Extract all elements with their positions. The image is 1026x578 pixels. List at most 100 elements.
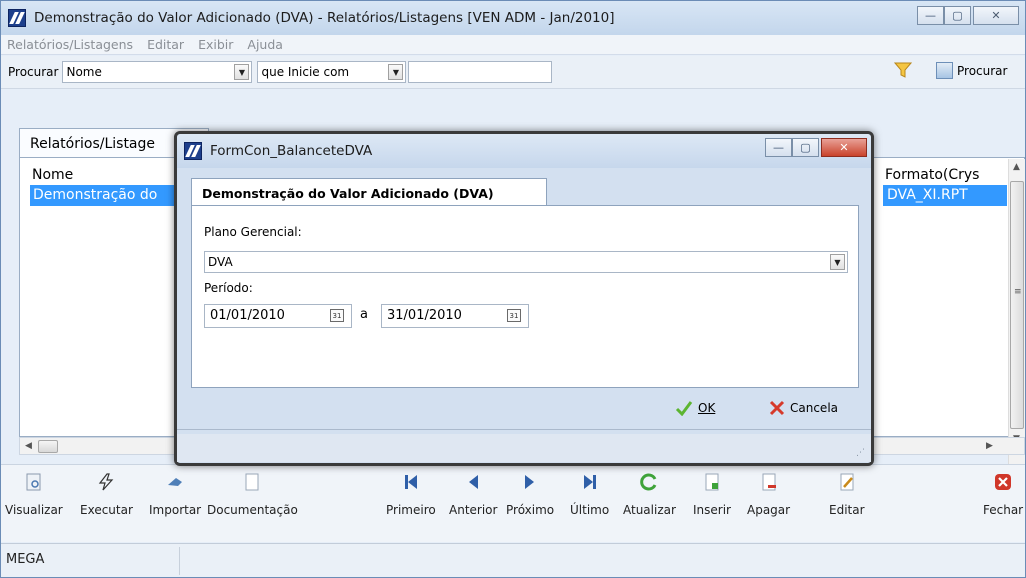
edit-icon [840, 473, 854, 491]
toolbar-label-editar: Editar [829, 503, 865, 517]
executar-button[interactable]: Executar [80, 473, 133, 517]
action-toolbar: Visualizar Executar Importar Documentaçã… [1, 464, 1025, 542]
plano-gerencial-value: DVA [208, 255, 233, 269]
app-logo-icon [8, 9, 26, 27]
maximize-button[interactable]: ▢ [944, 6, 971, 25]
filter-icon[interactable] [894, 61, 912, 79]
toolbar-label-primeiro: Primeiro [386, 503, 436, 517]
plano-gerencial-label: Plano Gerencial: [204, 225, 302, 239]
dialog-title: FormCon_BalanceteDVA [210, 143, 373, 159]
previous-icon [469, 475, 479, 489]
column-header-formato[interactable]: Formato(Crys [885, 167, 979, 183]
documentacao-button[interactable]: Documentação [207, 473, 298, 517]
toolbar-label-fechar: Fechar [983, 503, 1024, 517]
close-icon [995, 474, 1012, 490]
status-divider [179, 547, 180, 575]
scroll-right-icon[interactable]: ▶ [986, 441, 993, 451]
search-field-value: Nome [66, 65, 102, 79]
cancel-button[interactable]: Cancela [769, 400, 838, 416]
close-window-button[interactable]: ✕ [973, 6, 1019, 25]
vertical-scroll-thumb[interactable] [1010, 181, 1024, 429]
search-icon[interactable] [936, 62, 953, 79]
dialog-minimize-button[interactable]: — [765, 138, 792, 157]
menu-bar: Relatórios/Listagens Editar Exibir Ajuda [1, 35, 1025, 55]
search-label: Procurar [8, 65, 59, 79]
ok-button[interactable]: OK [675, 400, 715, 416]
date-from-field[interactable]: 01/01/2010 31 [204, 304, 352, 328]
tab-dva[interactable]: Demonstração do Valor Adicionado (DVA) [191, 178, 547, 206]
plano-gerencial-select[interactable]: DVA ▼ [204, 251, 848, 273]
status-text: MEGA [6, 552, 45, 567]
date-from-value: 01/01/2010 [210, 308, 285, 323]
dialog-maximize-button[interactable]: ▢ [792, 138, 819, 157]
scroll-grip-icon: ≡ [1014, 287, 1022, 297]
toolbar-label-atualizar: Atualizar [623, 503, 676, 517]
scroll-up-icon[interactable]: ▲ [1013, 162, 1020, 172]
search-button-label[interactable]: Procurar [957, 64, 1007, 78]
menu-ajuda[interactable]: Ajuda [241, 37, 291, 52]
delete-icon [762, 473, 776, 491]
fechar-button[interactable]: Fechar [983, 473, 1023, 517]
visualizar-button[interactable]: Visualizar [5, 473, 63, 517]
apagar-button[interactable]: Apagar [747, 473, 790, 517]
editar-button[interactable]: Editar [829, 473, 865, 517]
next-icon [525, 475, 535, 489]
table-row-format-cell[interactable]: DVA_XI.RPT [883, 185, 1007, 206]
proximo-button[interactable]: Próximo [506, 473, 554, 517]
primeiro-button[interactable]: Primeiro [386, 473, 436, 517]
date-to-value: 31/01/2010 [387, 308, 462, 323]
import-icon [168, 478, 183, 486]
cancel-x-icon [769, 400, 785, 416]
dialog-titlebar[interactable]: FormCon_BalanceteDVA — ▢ ✕ [177, 134, 871, 168]
calendar-icon[interactable]: 31 [330, 309, 344, 322]
calendar-icon[interactable]: 31 [507, 309, 521, 322]
dialog-close-button[interactable]: ✕ [821, 138, 867, 157]
horizontal-scroll-thumb[interactable] [38, 440, 58, 453]
minimize-button[interactable]: — [917, 6, 944, 25]
ultimo-button[interactable]: Último [570, 473, 609, 517]
toolbar-label-ultimo: Último [570, 503, 610, 517]
filter-dialog: FormCon_BalanceteDVA — ▢ ✕ Demonstração … [174, 131, 874, 466]
importar-button[interactable]: Importar [149, 473, 201, 517]
anterior-button[interactable]: Anterior [449, 473, 497, 517]
dialog-status-bar: ⋰ [177, 434, 871, 462]
window-titlebar[interactable]: Demonstração do Valor Adicionado (DVA) -… [1, 1, 1025, 35]
menu-exibir[interactable]: Exibir [192, 37, 241, 52]
menu-editar[interactable]: Editar [141, 37, 192, 52]
periodo-label: Período: [204, 281, 253, 295]
date-to-field[interactable]: 31/01/2010 31 [381, 304, 529, 328]
refresh-icon [640, 473, 657, 491]
first-icon [404, 475, 417, 489]
chevron-down-icon[interactable]: ▼ [388, 64, 404, 80]
dialog-footer-divider [177, 429, 871, 430]
toolbar-label-anterior: Anterior [449, 503, 498, 517]
menu-relatorios[interactable]: Relatórios/Listagens [1, 37, 141, 52]
search-bar: Procurar Nome ▼ que Inicie com ▼ [1, 56, 1025, 89]
toolbar-label-executar: Executar [80, 503, 133, 517]
column-header-nome[interactable]: Nome [32, 167, 73, 183]
chevron-down-icon[interactable]: ▼ [234, 64, 250, 80]
app-logo-icon [184, 142, 202, 160]
table-row-name-cell[interactable]: Demonstração do [30, 185, 190, 206]
dialog-controls: — ▢ ✕ [765, 138, 867, 157]
toolbar-label-documentacao: Documentação [207, 503, 298, 517]
main-window: Demonstração do Valor Adicionado (DVA) -… [0, 0, 1026, 578]
insert-icon [705, 473, 719, 491]
atualizar-button[interactable]: Atualizar [623, 473, 676, 517]
preview-icon [26, 473, 41, 491]
document-icon [245, 473, 259, 491]
checkmark-icon [675, 401, 693, 416]
search-condition-select[interactable]: que Inicie com ▼ [257, 61, 407, 83]
status-bar: MEGA [1, 543, 1025, 577]
window-title: Demonstração do Valor Adicionado (DVA) -… [34, 10, 615, 26]
search-input[interactable] [408, 61, 553, 83]
window-controls: — ▢ ✕ [917, 6, 1019, 25]
resize-grip-icon[interactable]: ⋰ [856, 448, 865, 458]
inserir-button[interactable]: Inserir [693, 473, 731, 517]
search-field-select[interactable]: Nome ▼ [62, 61, 253, 83]
toolbar-label-visualizar: Visualizar [5, 503, 63, 517]
toolbar-label-importar: Importar [149, 503, 202, 517]
scroll-left-icon[interactable]: ◀ [25, 441, 32, 451]
chevron-down-icon[interactable]: ▼ [830, 254, 845, 270]
toolbar-label-proximo: Próximo [506, 503, 555, 517]
